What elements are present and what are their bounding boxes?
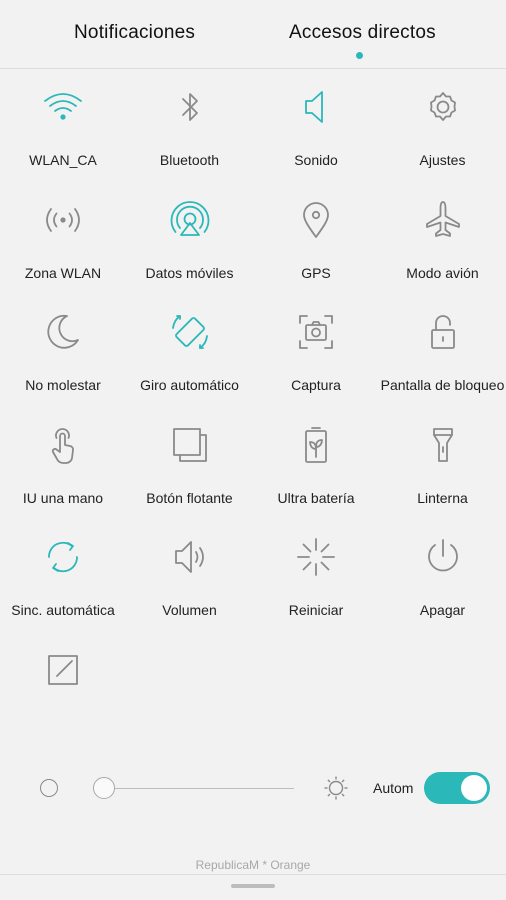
tile-label: Volumen xyxy=(162,602,217,618)
tile-auto-rotate[interactable]: Giro automático xyxy=(127,293,253,405)
tile-wifi[interactable]: WLAN_CA xyxy=(0,68,126,180)
tab-notifications[interactable]: Notificaciones xyxy=(74,22,195,44)
drag-handle[interactable] xyxy=(231,884,275,888)
tile-one-hand[interactable]: IU una mano xyxy=(0,406,126,518)
tile-label: IU una mano xyxy=(22,489,104,506)
brightness-slider-handle[interactable] xyxy=(93,777,115,799)
tile-label: Datos móviles xyxy=(145,264,234,281)
carrier-label: RepublicaM * Orange xyxy=(195,858,311,872)
tile-label: Linterna xyxy=(417,489,468,506)
unlocked-padlock-icon xyxy=(420,309,466,355)
auto-brightness-toggle[interactable] xyxy=(424,772,490,804)
mobile-data-icon xyxy=(167,197,213,243)
volume-icon xyxy=(167,534,213,580)
edit-icon xyxy=(40,647,86,693)
brightness-row: Autom xyxy=(0,760,506,816)
tile-gear[interactable]: Ajustes xyxy=(380,68,506,180)
tile-label: Ajustes xyxy=(419,152,466,168)
tile-hotspot[interactable]: Zona WLAN xyxy=(0,181,126,293)
tile-label: Reiniciar xyxy=(288,602,344,618)
sync-icon xyxy=(40,534,86,580)
tile-location-pin[interactable]: GPS xyxy=(253,181,379,293)
active-tab-indicator xyxy=(356,52,363,59)
moon-icon xyxy=(40,309,86,355)
divider xyxy=(0,874,506,875)
tile-flashlight[interactable]: Linterna xyxy=(380,406,506,518)
hotspot-icon xyxy=(40,197,86,243)
tile-edit[interactable] xyxy=(0,631,126,743)
tile-floating-button[interactable]: Botón flotante xyxy=(127,406,253,518)
gear-icon xyxy=(420,84,466,130)
tile-label: Sonido xyxy=(294,152,338,168)
tile-battery[interactable]: Ultra batería xyxy=(253,406,379,518)
floating-button-icon xyxy=(167,422,213,468)
tile-label: GPS xyxy=(301,264,331,281)
tab-shortcuts[interactable]: Accesos directos xyxy=(289,22,436,44)
tile-label: Zona WLAN xyxy=(24,264,102,281)
tile-restart[interactable]: Reiniciar xyxy=(253,518,379,630)
power-icon xyxy=(420,534,466,580)
restart-icon xyxy=(293,534,339,580)
tile-label: Botón flotante xyxy=(146,489,233,506)
tile-label: Sinc. automática xyxy=(11,602,115,618)
brightness-slider[interactable] xyxy=(104,788,294,789)
battery-icon xyxy=(293,422,339,468)
one-hand-icon xyxy=(40,422,86,468)
auto-brightness-label: Autom xyxy=(373,780,414,796)
auto-rotate-icon xyxy=(167,309,213,355)
tile-airplane[interactable]: Modo avión xyxy=(380,181,506,293)
tile-moon[interactable]: No molestar xyxy=(0,293,126,405)
bluetooth-icon xyxy=(167,84,213,130)
tile-label: Pantalla de bloqueo xyxy=(380,377,505,393)
location-pin-icon xyxy=(293,197,339,243)
airplane-icon xyxy=(420,197,466,243)
screenshot-camera-icon xyxy=(293,309,339,355)
brightness-low-icon xyxy=(40,779,58,797)
tile-unlocked-padlock[interactable]: Pantalla de bloqueo xyxy=(380,293,506,405)
tile-label: No molestar xyxy=(25,377,101,393)
tile-label: WLAN_CA xyxy=(29,152,97,168)
tile-label: Bluetooth xyxy=(159,152,220,168)
tile-label: Giro automático xyxy=(140,377,239,393)
tile-label: Modo avión xyxy=(406,264,479,281)
tile-volume[interactable]: Volumen xyxy=(127,518,253,630)
tile-label: Ultra batería xyxy=(277,489,355,506)
tile-power[interactable]: Apagar xyxy=(380,518,506,630)
tile-label: Captura xyxy=(291,377,341,393)
brightness-high-icon xyxy=(323,775,349,801)
tile-sync[interactable]: Sinc. automática xyxy=(0,518,126,630)
tab-bar: Notificaciones Accesos directos xyxy=(0,0,506,69)
flashlight-icon xyxy=(420,422,466,468)
speaker-icon xyxy=(293,84,339,130)
tile-label: Apagar xyxy=(419,602,466,618)
tile-bluetooth[interactable]: Bluetooth xyxy=(127,68,253,180)
tile-mobile-data[interactable]: Datos móviles xyxy=(127,181,253,293)
wifi-icon xyxy=(40,84,86,130)
tile-speaker[interactable]: Sonido xyxy=(253,68,379,180)
tile-screenshot-camera[interactable]: Captura xyxy=(253,293,379,405)
toggle-knob xyxy=(461,775,487,801)
